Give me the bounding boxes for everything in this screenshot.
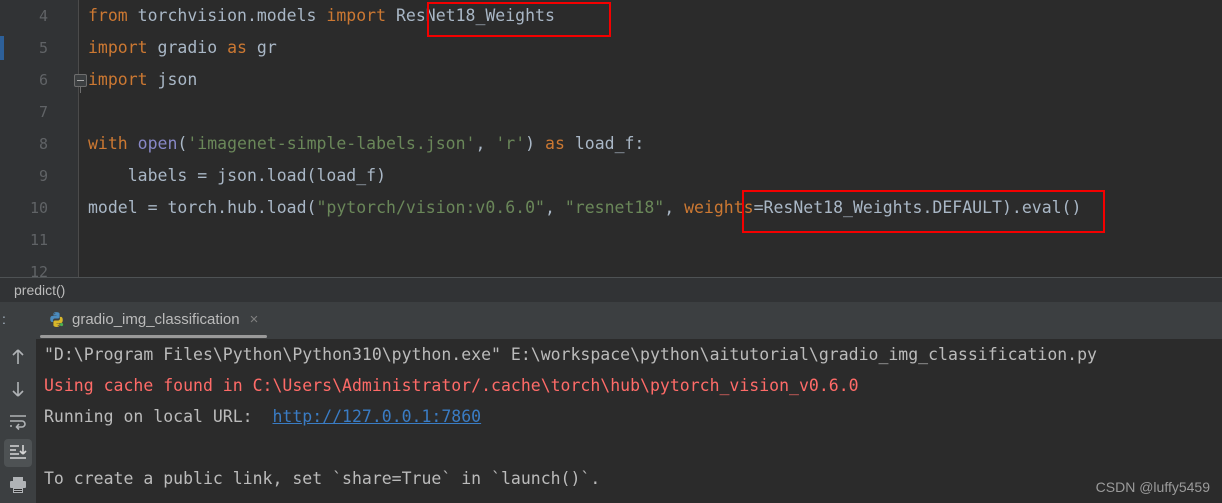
code-line[interactable]: import gradio as gr (88, 32, 1222, 64)
console-toolbar[interactable] (0, 339, 36, 503)
breadcrumb[interactable]: predict() (0, 277, 1222, 302)
code-line[interactable]: with open('imagenet-simple-labels.json',… (88, 128, 1222, 160)
print-icon[interactable] (4, 471, 32, 499)
ide-window: 4 5 6 7 8 9 10 11 12 from torchvision.mo… (0, 0, 1222, 503)
line-number: 8 (38, 135, 48, 153)
console-line: "D:\Program Files\Python\Python310\pytho… (44, 345, 1097, 364)
up-arrow-icon[interactable] (4, 343, 32, 371)
tab-gradio-img-classification[interactable]: gradio_img_classification × (40, 302, 268, 337)
tab-active-underline (40, 335, 267, 338)
console-line: Running on local URL: http://127.0.0.1:7… (44, 401, 1222, 432)
line-number: 11 (29, 231, 48, 249)
down-arrow-icon[interactable] (4, 375, 32, 403)
local-url-link[interactable]: http://127.0.0.1:7860 (272, 407, 481, 426)
tabbar-prefix: : (2, 311, 6, 327)
line-number: 5 (38, 39, 48, 57)
run-tool-window-tabbar[interactable]: : gradio_img_classification × (0, 302, 1222, 339)
breadcrumb-label: predict() (14, 282, 66, 298)
console-output[interactable]: "D:\Program Files\Python\Python310\pytho… (44, 339, 1222, 503)
console-line: To create a public link, set `share=True… (44, 469, 601, 488)
code-line[interactable]: import json (88, 64, 1222, 96)
line-number: 7 (38, 103, 48, 121)
python-icon (48, 311, 65, 328)
tab-label: gradio_img_classification (72, 311, 240, 328)
line-number: 10 (29, 199, 48, 217)
line-number: 6 (38, 71, 48, 89)
code-lines[interactable]: from torchvision.models import ResNet18_… (88, 0, 1222, 256)
code-line[interactable] (88, 96, 1222, 128)
code-editor[interactable]: 4 5 6 7 8 9 10 11 12 from torchvision.mo… (0, 0, 1222, 280)
watermark: CSDN @luffy5459 (1095, 479, 1210, 495)
line-number: 4 (38, 7, 48, 25)
caret-marker (0, 36, 4, 60)
editor-gutter[interactable]: 4 5 6 7 8 9 10 11 12 (0, 0, 87, 280)
scroll-to-end-icon[interactable] (4, 439, 32, 467)
run-console[interactable]: "D:\Program Files\Python\Python310\pytho… (0, 339, 1222, 503)
code-line[interactable] (88, 224, 1222, 256)
code-line[interactable]: labels = json.load(load_f) (88, 160, 1222, 192)
code-line[interactable]: model = torch.hub.load("pytorch/vision:v… (88, 192, 1222, 224)
code-line[interactable]: from torchvision.models import ResNet18_… (88, 0, 1222, 32)
code-fold-toggle-icon[interactable] (74, 74, 87, 87)
console-line: Using cache found in C:\Users\Administra… (44, 376, 859, 395)
soft-wrap-icon[interactable] (4, 407, 32, 435)
close-icon[interactable]: × (250, 311, 259, 328)
console-line-prefix: Running on local URL: (44, 407, 273, 426)
code-fold-line (80, 87, 81, 93)
line-number: 9 (38, 167, 48, 185)
